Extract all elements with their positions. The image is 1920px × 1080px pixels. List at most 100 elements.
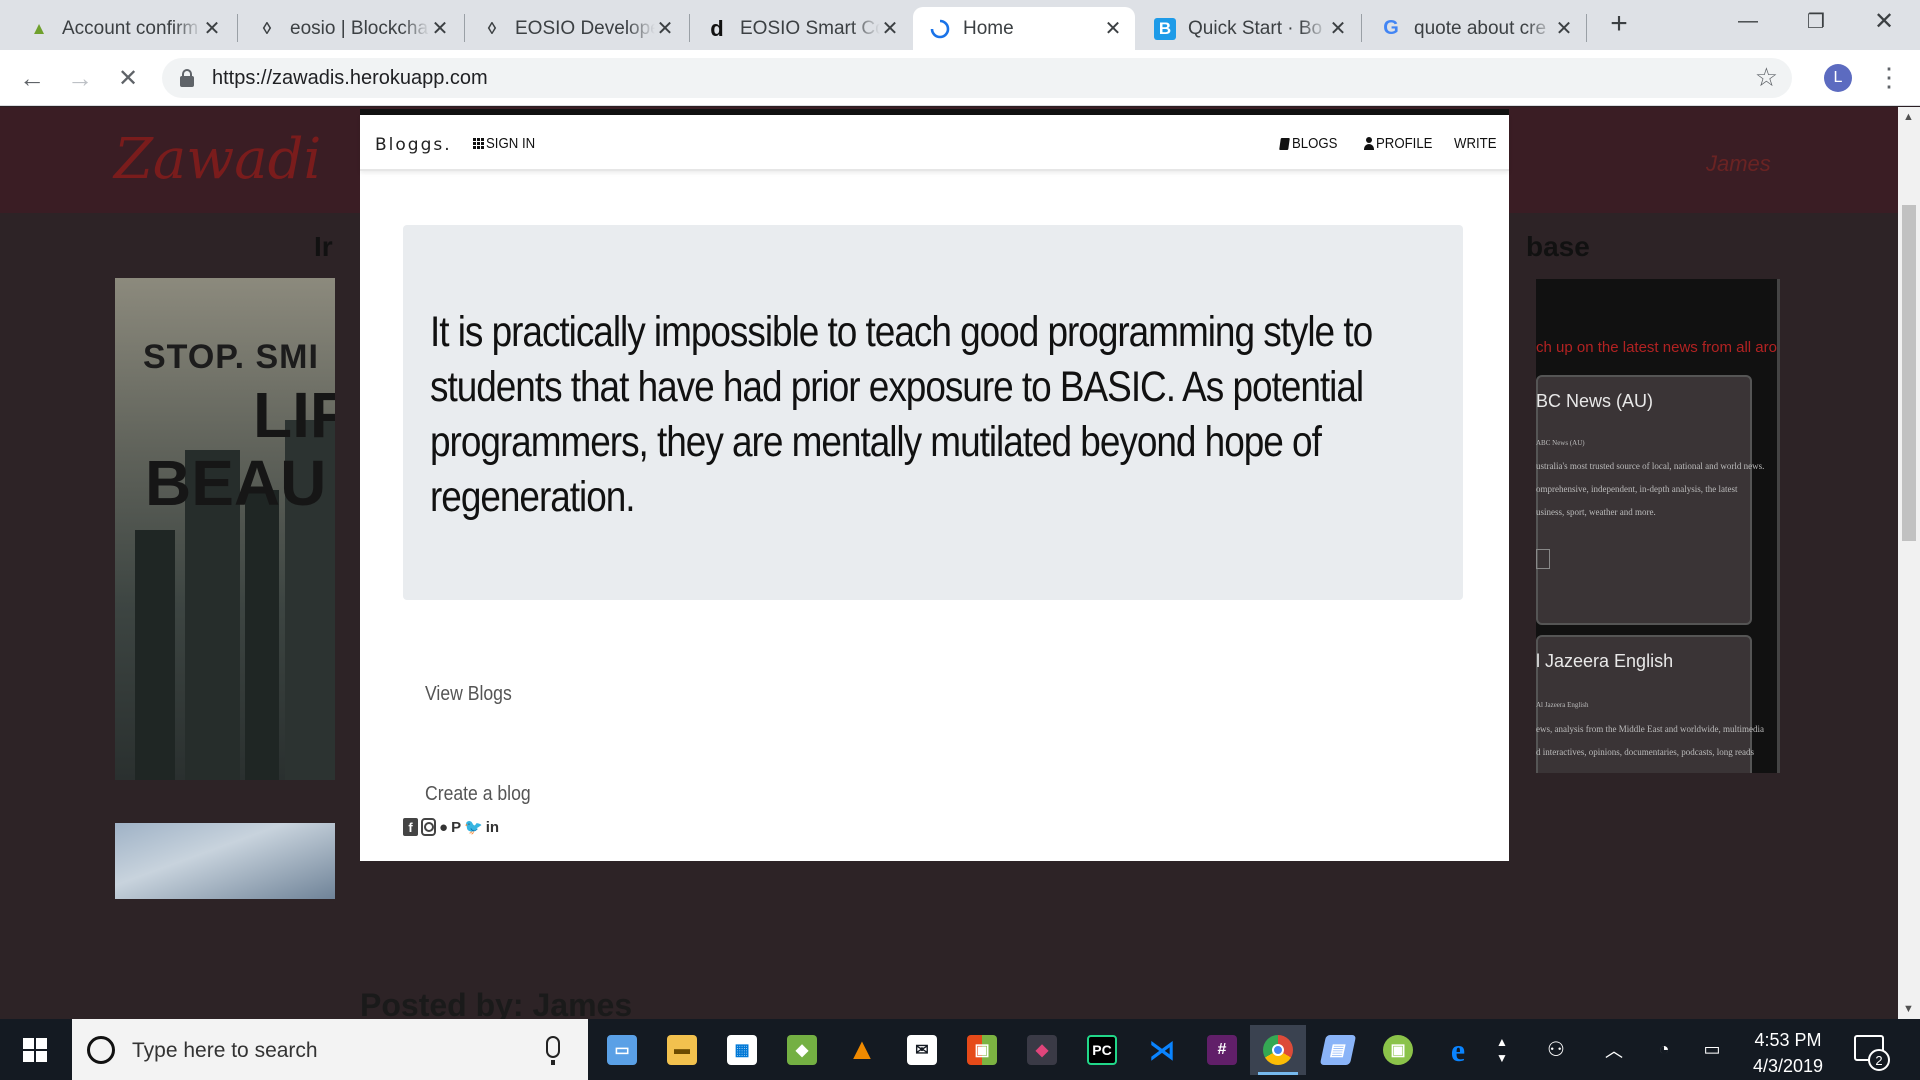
pinterest-icon[interactable]: P [451,818,461,836]
scroll-down-arrow-icon[interactable]: ▼ [1903,1003,1914,1015]
taskbar-app-android-studio[interactable]: ▣ [1370,1025,1426,1075]
google-g-icon: G [1383,17,1399,39]
twitter-icon[interactable]: 🐦 [464,818,483,836]
system-clock[interactable]: 4:53 PM 4/3/2019 [1738,1027,1838,1079]
sky-image [115,823,335,899]
close-tab-icon[interactable]: ✕ [1103,16,1123,41]
page-scrollbar[interactable]: ▲ ▼ [1898,107,1920,1019]
taskbar-search-box[interactable]: Type here to search [72,1019,588,1080]
nav-write[interactable]: WRITE [1454,135,1502,152]
news-card-title[interactable]: BC News (AU) [1536,391,1653,412]
social-links: f ● P 🐦 in [403,818,502,836]
news-card-meta: Al Jazeera English [1536,701,1589,709]
notepad-icon: ▤ [1319,1035,1357,1065]
close-window-button[interactable]: ✕ [1850,0,1918,42]
taskbar-app-chrome[interactable] [1250,1025,1306,1075]
tab-title: Home [963,17,1014,39]
create-blog-link[interactable]: Create a blog [425,783,531,806]
close-tab-icon[interactable]: ✕ [1554,16,1574,41]
tab-eosio-smart-contract[interactable]: d EOSIO Smart Co ✕ [690,7,912,50]
tab-account-confirm[interactable]: ▲ Account confirm ✕ [12,7,234,50]
start-button[interactable] [0,1019,70,1080]
pycharm-icon: PC [1087,1035,1117,1065]
clock-time: 4:53 PM [1754,1030,1822,1050]
people-icon[interactable]: ⚇ [1540,1019,1572,1080]
poster-text: STOP. SMI [143,338,319,376]
taskbar-app-generic[interactable]: ◆ [1014,1025,1070,1075]
linkedin-icon[interactable]: in [486,818,499,836]
taskbar-app-mail[interactable]: ✉ [894,1025,950,1075]
blog-preview-modal: Bloggs. SIGN IN BLOGS PROFILE WRITE It i… [360,109,1509,861]
modal-navbar: Bloggs. SIGN IN BLOGS PROFILE WRITE [360,115,1509,171]
view-blogs-link[interactable]: View Blogs [425,683,512,706]
url-text[interactable]: https://zawadis.herokuapp.com [212,67,488,90]
taskbar-app-file-explorer[interactable]: ▬ [654,1025,710,1075]
taskbar-app-notepad[interactable]: ▤ [1310,1025,1366,1075]
tab-eosio-blockchain[interactable]: ◊ eosio | Blockcha ✕ [240,7,462,50]
instagram-icon[interactable] [421,818,436,836]
news-panel: ch up on the latest news from all around… [1536,279,1780,773]
news-card-title[interactable]: l Jazeera English [1536,651,1673,672]
new-tab-button[interactable]: + [1604,9,1634,40]
office-icon: ▣ [967,1035,997,1065]
nav-blogs-label: BLOGS [1292,135,1338,152]
tab-eosio-developer[interactable]: ◊ EOSIO Develope ✕ [465,7,687,50]
news-banner: ch up on the latest news from all around… [1536,339,1777,356]
profile-avatar[interactable]: L [1824,64,1852,92]
wifi-icon[interactable]: ◔ [1648,1019,1680,1080]
tab-separator [237,14,238,42]
news-card-button[interactable] [1536,549,1550,569]
nav-sign-in[interactable]: SIGN IN [473,135,542,152]
taskbar-app-office[interactable]: ▣ [954,1025,1010,1075]
taskbar-app-edge[interactable]: e [1430,1025,1486,1075]
taskbar-app-vscode[interactable]: ⋊ [1134,1025,1190,1075]
close-tab-icon[interactable]: ✕ [202,16,222,41]
microphone-icon[interactable] [546,1036,560,1065]
close-tab-icon[interactable]: ✕ [430,16,450,41]
task-view-icon: ▭ [607,1035,637,1065]
taskbar-app-pycharm[interactable]: PC [1074,1025,1130,1075]
nav-blogs[interactable]: BLOGS [1279,135,1344,152]
taskbar-overflow-scroll[interactable]: ▲ ▼ [1490,1019,1514,1080]
scrollbar-thumb[interactable] [1902,205,1916,541]
facebook-icon[interactable]: f [403,818,418,836]
news-card-desc: ews, analysis from the Middle East and w… [1536,724,1764,734]
nav-profile[interactable]: PROFILE [1364,135,1440,152]
taskbar-app-store[interactable]: ▦ [714,1025,770,1075]
browser-menu-icon[interactable]: ⋮ [1876,62,1902,94]
bookmark-star-icon[interactable]: ☆ [1755,62,1778,93]
site-logo[interactable]: Zawadi [114,127,321,192]
brand-logo[interactable]: Bloggs. [375,135,452,155]
close-tab-icon[interactable]: ✕ [1328,16,1348,41]
tab-quick-start-bootstrap[interactable]: B Quick Start · Bo ✕ [1138,7,1360,50]
lock-icon[interactable] [180,69,194,87]
tab-title: EOSIO Smart Co [740,17,880,39]
vlc-icon: ▲ [847,1033,877,1066]
close-tab-icon[interactable]: ✕ [880,16,900,41]
taskbar-app-vlc[interactable]: ▲ [834,1025,890,1075]
eos-icon: ◊ [487,18,497,38]
tab-home[interactable]: Home ✕ [913,7,1135,50]
taskbar-app-bluestacks[interactable]: ◆ [774,1025,830,1075]
taskbar-app-slack[interactable]: # [1194,1025,1250,1075]
news-card[interactable] [1536,375,1752,625]
minimize-button[interactable]: — [1714,0,1782,42]
tab-separator [1361,14,1362,42]
stop-loading-button[interactable]: ✕ [110,60,146,96]
close-tab-icon[interactable]: ✕ [655,16,675,41]
d-logo-icon: d [710,15,724,41]
search-placeholder[interactable]: Type here to search [132,1039,318,1063]
restore-button[interactable]: ❐ [1782,0,1850,42]
github-icon[interactable]: ● [439,818,448,836]
battery-icon[interactable]: ▭ [1696,1019,1728,1080]
back-button[interactable]: ← [14,60,50,96]
quote-text: It is practically impossible to teach go… [430,308,1373,521]
scroll-up-arrow-icon[interactable]: ▲ [1903,111,1914,123]
tab-google-search[interactable]: G quote about cre ✕ [1364,7,1586,50]
address-bar[interactable]: https://zawadis.herokuapp.com ☆ [162,58,1792,98]
taskbar-app-task-view[interactable]: ▭ [594,1025,650,1075]
news-card-desc: d interactives, opinions, documentaries,… [1536,747,1754,757]
show-hidden-icons-chevron-icon[interactable]: ︿ [1598,1019,1630,1080]
header-username[interactable]: James [1706,151,1771,177]
forward-button[interactable]: → [62,60,98,96]
